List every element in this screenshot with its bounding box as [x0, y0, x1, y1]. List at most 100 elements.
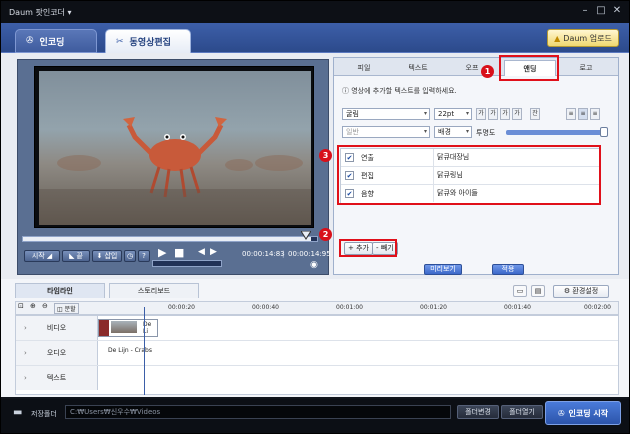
preview-button[interactable]: 미리보기	[424, 264, 462, 275]
effect-button[interactable]: 잔	[530, 108, 540, 120]
gear-icon: ⚙	[563, 287, 571, 295]
split-label: 분할	[64, 306, 76, 313]
bracket-right-icon: ◣	[69, 252, 75, 260]
minimize-icon[interactable]: –	[579, 5, 591, 17]
track-label[interactable]: › 비디오	[16, 316, 98, 340]
font-select[interactable]: 굴림 ▾	[342, 108, 430, 120]
timeline-tabs: 타임라인 스토리보드 ▭ ▤ ⚙ 환경설정	[15, 283, 619, 299]
background-label: 배경	[438, 128, 451, 136]
underline-button[interactable]: 가	[500, 108, 510, 120]
audio-clip[interactable]: De Lijn - Crabs	[108, 347, 158, 365]
italic-button[interactable]: 가	[488, 108, 498, 120]
align-right-icon[interactable]: ≡	[590, 108, 600, 120]
annotation-badge-3: 3	[319, 149, 332, 162]
insert-button[interactable]: ⬇ 삽입	[92, 250, 122, 262]
prev-frame-icon[interactable]: ◀	[198, 247, 205, 257]
save-path-field[interactable]: C:₩Users₩신우수₩Videos	[65, 405, 451, 419]
tab-logo[interactable]: 로고	[560, 60, 612, 76]
set-start-label: 시작	[31, 252, 45, 260]
track-label[interactable]: › 오디오	[16, 341, 98, 365]
size-select[interactable]: 22pt ▾	[434, 108, 472, 120]
volume-icon[interactable]: ◉	[310, 260, 318, 270]
split-icon: ◫	[57, 306, 63, 313]
ruler-tick: 00:01:40	[504, 304, 531, 311]
close-icon[interactable]: ✕	[611, 5, 623, 17]
zoom-in-icon[interactable]: ⊕	[30, 302, 36, 310]
start-encoding-button[interactable]: ✇ 인코딩 시작	[545, 401, 621, 425]
highlight-add-remove	[339, 239, 397, 257]
chevron-right-icon[interactable]: ›	[24, 341, 27, 365]
tab-storyboard[interactable]: 스토리보드	[109, 283, 199, 298]
download-icon: ⬇	[96, 252, 103, 260]
clock-button[interactable]: ◷	[124, 250, 136, 262]
encode-tab[interactable]: ✇ 인코딩	[15, 29, 97, 53]
fit-icon[interactable]: ⊡	[18, 302, 24, 310]
encode-tab-label: 인코딩	[39, 37, 65, 48]
annotation-badge-2: 2	[319, 228, 332, 241]
set-start-button[interactable]: 시작 ◢	[24, 250, 60, 262]
style-value: 일반	[346, 128, 359, 136]
ruler-tick: 00:00:40	[252, 304, 279, 311]
highlight-credits	[337, 145, 601, 205]
properties-tabs: 피일 텍스트 오프 앤딩 로고	[334, 58, 618, 76]
opacity-slider[interactable]	[506, 127, 608, 137]
edit-tab-label: 동영상편집	[129, 38, 171, 48]
video-clip[interactable]: De Li	[98, 319, 158, 337]
change-folder-button[interactable]: 폴더변경	[457, 405, 499, 419]
settings-button[interactable]: ⚙ 환경설정	[553, 285, 609, 298]
opacity-label: 투명도	[476, 129, 496, 137]
align-left-icon[interactable]: ≡	[566, 108, 576, 120]
save-folder-label: 저장폴더	[31, 410, 57, 418]
hint-label: 영상에 추가할 텍스트를 입력하세요.	[351, 87, 457, 95]
settings-label: 환경설정	[572, 287, 599, 295]
annotation-badge-1: 1	[481, 65, 494, 78]
stop-icon[interactable]: ■	[174, 246, 184, 259]
upload-arrow-icon: ▲	[554, 33, 561, 43]
edit-tab[interactable]: ✂ 동영상편집	[105, 29, 191, 53]
play-icon[interactable]: ▶	[158, 246, 166, 259]
style-select[interactable]: 일반 ▾	[342, 126, 430, 138]
align-center-icon[interactable]: ≡	[578, 108, 588, 120]
playback-speed-slider[interactable]	[152, 260, 222, 267]
start-encoding-label: 인코딩 시작	[568, 408, 609, 418]
background-select[interactable]: 배경 ▾	[434, 126, 472, 138]
split-button[interactable]: ◫ 분할	[54, 303, 79, 314]
help-button[interactable]: ?	[138, 250, 150, 262]
maximize-icon[interactable]: □	[595, 5, 607, 17]
set-end-button[interactable]: ◣ 끝	[62, 250, 90, 262]
ruler-tick: 00:01:20	[420, 304, 447, 311]
track-row: › 오디오 De Lijn - Crabs	[16, 341, 618, 366]
track-label[interactable]: › 텍스트	[16, 366, 98, 390]
timeline-ruler[interactable]: ⊡ ⊕ ⊖ ◫ 분할 00:00:20 00:00:40 00:01:00 00…	[15, 301, 619, 315]
daum-upload-button[interactable]: ▲ Daum 업로드	[547, 29, 619, 47]
video-frame	[39, 71, 311, 225]
tab-timeline[interactable]: 타임라인	[15, 283, 105, 298]
apply-button[interactable]: 적용	[492, 264, 524, 275]
mode-bar: ✇ 인코딩 ✂ 동영상편집 ▲ Daum 업로드	[1, 23, 629, 53]
window-title[interactable]: Daum 팟인코더 ▾	[9, 7, 71, 18]
tab-text[interactable]: 텍스트	[392, 60, 444, 76]
open-folder-button[interactable]: 폴더열기	[501, 405, 543, 419]
chevron-right-icon[interactable]: ›	[24, 316, 27, 340]
video-panel: 시작 ◢ ◣ 끝 ⬇ 삽입 ◷ ? ▶ ■ ◀ ▶ 00:00:14:83 | …	[17, 59, 331, 275]
font-color-button[interactable]: 가	[512, 108, 522, 120]
playhead[interactable]	[144, 307, 145, 395]
next-frame-icon[interactable]: ▶	[210, 247, 217, 257]
opacity-slider-knob[interactable]	[600, 127, 608, 137]
chevron-right-icon[interactable]: ›	[24, 366, 27, 390]
video-preview[interactable]	[34, 66, 314, 228]
seek-bar[interactable]	[22, 231, 318, 242]
daum-upload-label: Daum 업로드	[563, 33, 612, 43]
film-reel-icon: ✇	[26, 36, 34, 46]
tab-file[interactable]: 피일	[338, 60, 390, 76]
folder-icon[interactable]: ▭	[513, 285, 527, 297]
size-value: 22pt	[438, 110, 455, 118]
bold-button[interactable]: 가	[476, 108, 486, 120]
font-value: 굴림	[346, 110, 359, 118]
total-time: 00:00:14:95	[288, 250, 331, 258]
track-area: › 비디오 De Li › 오디오 De Lijn - Crabs › 텍스트	[15, 315, 619, 428]
app-window: Daum 팟인코더 ▾ – □ ✕ ✇ 인코딩 ✂ 동영상편집 ▲ Daum 업…	[0, 0, 630, 434]
save-icon[interactable]: ▤	[531, 285, 545, 297]
zoom-out-icon[interactable]: ⊖	[42, 302, 48, 310]
seek-handle-icon[interactable]	[301, 231, 311, 241]
